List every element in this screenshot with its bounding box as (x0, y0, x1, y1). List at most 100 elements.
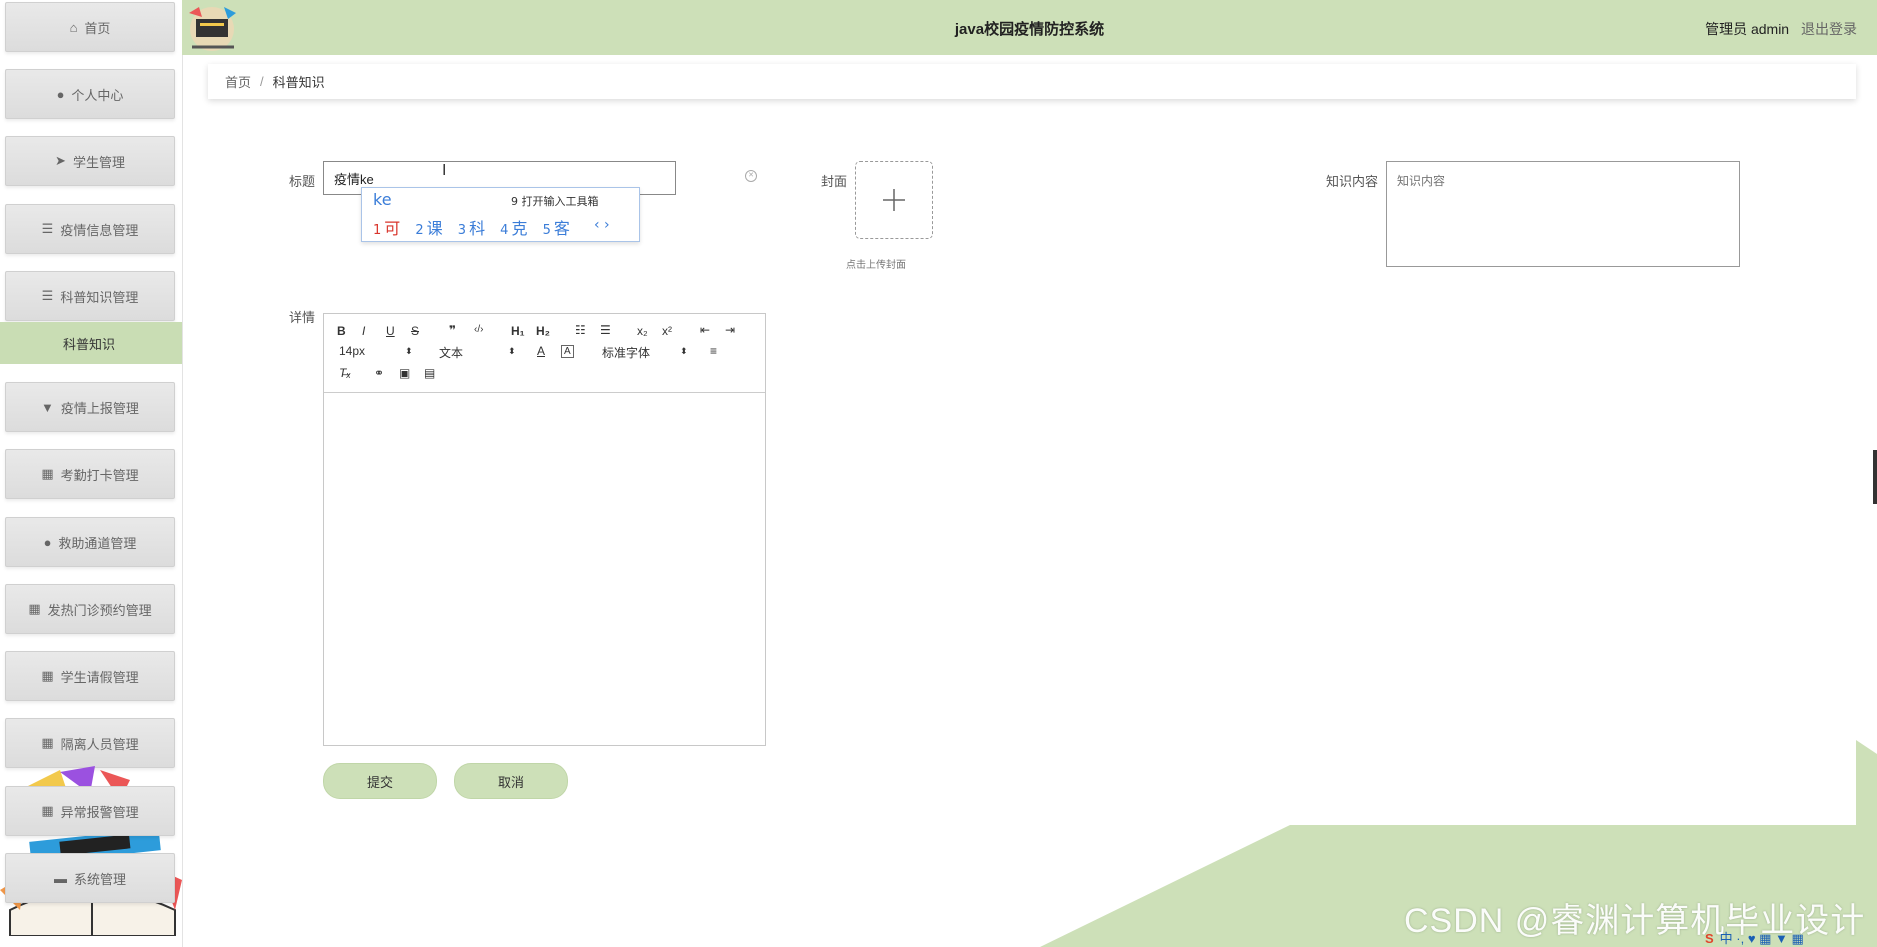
cover-upload-hint: 点击上传封面 (846, 260, 906, 271)
user-area: 管理员 admin 退出登录 (1705, 19, 1857, 39)
sidebar-item-leave[interactable]: ▦ 学生请假管理 (5, 651, 175, 701)
grid-icon: ▦ (41, 466, 54, 481)
sidebar-item-label: 个人中心 (71, 87, 124, 103)
trophy-icon: ▼ (41, 399, 54, 415)
subscript-icon[interactable]: x₂ (637, 324, 648, 338)
breadcrumb-separator: / (260, 74, 264, 89)
ime-candidates: 1可 2课 3科 4克 5客 (373, 215, 580, 239)
image-icon[interactable]: ▣ (399, 366, 410, 380)
heading2-icon[interactable]: H₂ (536, 324, 550, 338)
grid-icon: ▦ (28, 601, 41, 616)
cancel-button[interactable]: 取消 (454, 763, 568, 799)
breadcrumb: 首页 / 科普知识 (208, 64, 1856, 99)
grid-icon: ▦ (41, 803, 54, 818)
superscript-icon[interactable]: x² (662, 324, 672, 338)
align-icon[interactable]: ≡ (710, 344, 717, 358)
rich-text-editor: B I U S ❞ ‹/› H₁ H₂ ☷ ☰ x₂ x² ⇤ ⇥ 14px ⬍ … (323, 313, 766, 746)
sidebar-item-epidemic-report[interactable]: ▼ 疫情上报管理 (5, 382, 175, 432)
sidebar-item-label: 科普知识管理 (60, 289, 139, 305)
blockquote-icon[interactable]: ❞ (449, 323, 456, 337)
home-icon: ⌂ (69, 19, 78, 35)
bullet-list-icon[interactable]: ☰ (600, 323, 611, 337)
sidebar-item-label: 隔离人员管理 (60, 736, 139, 752)
ime-toolbox-hint[interactable]: 9 打开输入工具箱 (511, 193, 599, 209)
ime-candidate[interactable]: 4克 (500, 219, 527, 238)
heading1-icon[interactable]: H₁ (511, 324, 525, 338)
ime-pinyin: ke (373, 190, 392, 209)
sidebar-item-alarm[interactable]: ▦ 异常报警管理 (5, 786, 175, 836)
sidebar-item-label: 考勤打卡管理 (60, 467, 139, 483)
sidebar-item-attendance[interactable]: ▦ 考勤打卡管理 (5, 449, 175, 499)
sidebar: ⌂ 首页 ● 个人中心 ➤ 学生管理 ☰ 疫情信息管理 ☰ 科普知识管理 科普知… (0, 0, 183, 947)
grid-icon: ▦ (41, 668, 54, 683)
cover-upload-button[interactable] (855, 161, 933, 239)
plus-icon (883, 189, 905, 211)
sidebar-subitem-knowledge[interactable]: 科普知识 (0, 322, 182, 364)
submit-button[interactable]: 提交 (323, 763, 437, 799)
sidebar-subitem-label: 科普知识 (63, 336, 116, 352)
code-icon[interactable]: ‹/› (474, 324, 483, 335)
list-icon: ☰ (41, 221, 54, 236)
sidebar-item-label: 学生请假管理 (60, 669, 139, 685)
ime-candidate[interactable]: 1可 (373, 219, 400, 238)
ime-status-tray: S中 ·, ♥ ▦ ▼ ▦ (1705, 931, 1804, 946)
user-label: 管理员 admin (1705, 21, 1790, 37)
sidebar-item-label: 异常报警管理 (60, 804, 139, 820)
bold-icon[interactable]: B (337, 324, 346, 338)
sidebar-item-label: 疫情信息管理 (60, 222, 139, 238)
cover-label: 封面 (821, 174, 848, 189)
video-icon[interactable]: ▤ (424, 366, 435, 380)
sidebar-item-students[interactable]: ➤ 学生管理 (5, 136, 175, 186)
monitor-icon: ▬ (53, 870, 67, 886)
ime-candidate-popup: ke 9 打开输入工具箱 1可 2课 3科 4克 5客 ‹ › (361, 187, 640, 242)
editor-toolbar: B I U S ❞ ‹/› H₁ H₂ ☷ ☰ x₂ x² ⇤ ⇥ 14px ⬍ … (324, 314, 765, 393)
sidebar-item-fever-clinic[interactable]: ▦ 发热门诊预约管理 (5, 584, 175, 634)
sidebar-item-knowledge[interactable]: ☰ 科普知识管理 (5, 271, 175, 321)
grid-icon: ▦ (41, 735, 54, 750)
title-label: 标题 (289, 174, 316, 189)
paragraph-select[interactable]: 文本 ⬍ (439, 344, 516, 360)
editor-content-area[interactable] (324, 393, 765, 745)
breadcrumb-current: 科普知识 (272, 75, 325, 90)
sidebar-item-label: 首页 (84, 20, 111, 36)
sidebar-item-label: 救助通道管理 (58, 535, 137, 551)
text-cursor-icon: I (442, 162, 447, 179)
ime-page-arrows-icon[interactable]: ‹ › (594, 217, 610, 233)
list-icon: ☰ (41, 288, 54, 303)
indent-icon[interactable]: ⇥ (725, 323, 735, 337)
font-family-select[interactable]: 标准字体 ⬍ (602, 344, 688, 360)
underline-icon[interactable]: U (386, 324, 395, 338)
ime-candidate[interactable]: 5客 (543, 219, 570, 238)
strikethrough-icon[interactable]: S (411, 324, 419, 338)
sidebar-item-profile[interactable]: ● 个人中心 (5, 69, 175, 119)
background-color-icon[interactable]: A (561, 345, 574, 358)
clear-icon[interactable]: ✕ (745, 170, 757, 182)
sidebar-item-label: 学生管理 (72, 154, 125, 170)
content-label: 知识内容 (1326, 174, 1379, 189)
sidebar-item-home[interactable]: ⌂ 首页 (5, 2, 175, 52)
sidebar-item-label: 系统管理 (73, 871, 126, 887)
user-icon: ● (56, 86, 65, 102)
italic-icon[interactable]: I (362, 324, 365, 338)
sidebar-item-system[interactable]: ▬ 系统管理 (5, 853, 175, 903)
sidebar-item-rescue[interactable]: ● 救助通道管理 (5, 517, 175, 567)
font-size-select[interactable]: 14px ⬍ (339, 344, 413, 360)
scrollbar-handle[interactable] (1873, 450, 1877, 504)
top-header: java校园疫情防控系统 管理员 admin 退出登录 (182, 0, 1877, 55)
breadcrumb-home[interactable]: 首页 (225, 72, 251, 91)
ime-candidate[interactable]: 2课 (415, 219, 442, 238)
sidebar-item-epidemic-info[interactable]: ☰ 疫情信息管理 (5, 204, 175, 254)
font-color-icon[interactable]: A (537, 344, 545, 358)
link-icon[interactable]: ⚭ (374, 366, 384, 380)
detail-label: 详情 (289, 310, 316, 325)
outdent-icon[interactable]: ⇤ (700, 323, 710, 337)
sidebar-item-label: 发热门诊预约管理 (47, 602, 152, 618)
ime-candidate[interactable]: 3科 (458, 219, 485, 238)
send-icon: ➤ (55, 153, 66, 168)
logout-link[interactable]: 退出登录 (1801, 21, 1857, 37)
ordered-list-icon[interactable]: ☷ (575, 323, 586, 337)
location-icon: ● (43, 534, 52, 550)
clear-format-icon[interactable]: T̶ₓ (339, 366, 351, 380)
sogou-ime-icon[interactable]: S (1705, 931, 1714, 946)
knowledge-content-textarea[interactable] (1386, 161, 1740, 267)
